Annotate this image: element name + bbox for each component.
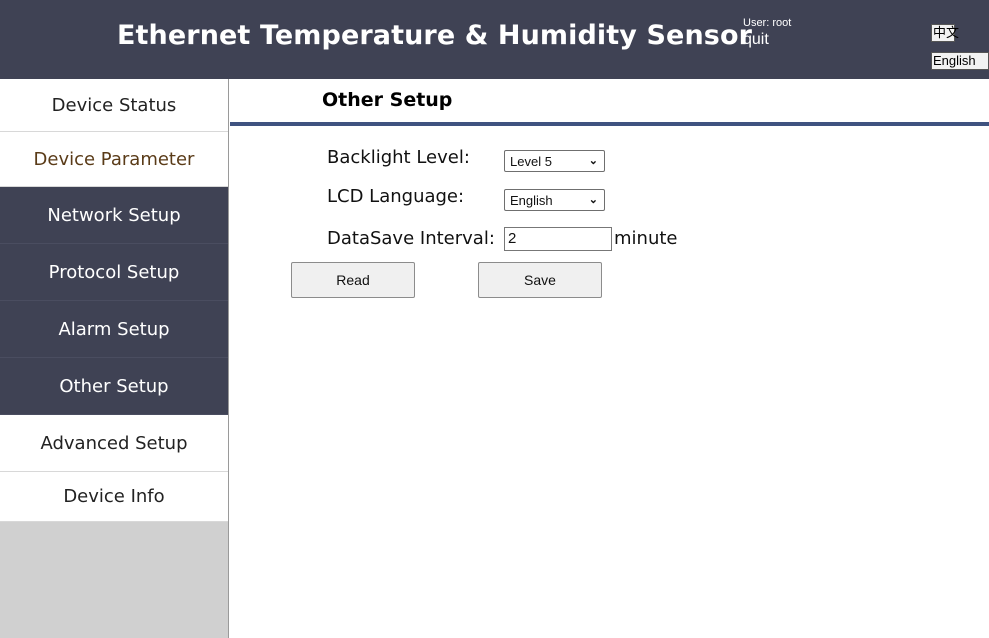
chinese-language-button[interactable]: 中文 bbox=[931, 24, 959, 42]
chevron-down-icon: ⌄ bbox=[588, 194, 598, 206]
backlight-level-value: Level 5 bbox=[510, 153, 552, 169]
sidebar-item-device-info[interactable]: Device Info bbox=[0, 472, 228, 522]
backlight-level-select[interactable]: Level 5 ⌄ bbox=[504, 150, 605, 172]
save-button[interactable]: Save bbox=[478, 262, 602, 298]
chevron-down-icon: ⌄ bbox=[588, 155, 598, 167]
datasave-unit-label: minute bbox=[614, 228, 678, 249]
lcd-language-select[interactable]: English ⌄ bbox=[504, 189, 605, 211]
sidebar-item-label: Network Setup bbox=[47, 204, 181, 226]
section-title: Other Setup bbox=[322, 89, 453, 111]
datasave-interval-input[interactable]: 2 bbox=[504, 227, 612, 251]
sidebar: Device Status Device Parameter Network S… bbox=[0, 79, 229, 638]
sidebar-item-device-parameter[interactable]: Device Parameter bbox=[0, 132, 228, 187]
app-title: Ethernet Temperature & Humidity Sensor bbox=[117, 20, 753, 51]
sidebar-item-other-setup[interactable]: Other Setup bbox=[0, 358, 228, 415]
read-button[interactable]: Read bbox=[291, 262, 415, 298]
datasave-interval-label: DataSave Interval: bbox=[327, 228, 495, 249]
lcd-language-label: LCD Language: bbox=[327, 186, 465, 207]
sidebar-item-network-setup[interactable]: Network Setup bbox=[0, 187, 228, 244]
sidebar-item-label: Protocol Setup bbox=[48, 261, 180, 283]
sidebar-item-label: Other Setup bbox=[59, 375, 169, 397]
sidebar-item-label: Advanced Setup bbox=[40, 432, 188, 454]
backlight-level-label: Backlight Level: bbox=[327, 147, 470, 168]
sidebar-item-advanced-setup[interactable]: Advanced Setup bbox=[0, 415, 228, 472]
sidebar-item-protocol-setup[interactable]: Protocol Setup bbox=[0, 244, 228, 301]
english-language-button[interactable]: English bbox=[931, 52, 989, 70]
sidebar-item-label: Alarm Setup bbox=[58, 318, 170, 340]
sidebar-item-label: Device Parameter bbox=[33, 148, 195, 170]
user-label: User: root bbox=[743, 17, 792, 29]
sidebar-item-device-status[interactable]: Device Status bbox=[0, 79, 228, 132]
quit-link[interactable]: quit bbox=[743, 31, 769, 49]
sidebar-item-label: Device Status bbox=[51, 94, 177, 116]
section-divider bbox=[230, 122, 989, 126]
header-bar: Ethernet Temperature & Humidity Sensor U… bbox=[0, 0, 989, 79]
sidebar-item-alarm-setup[interactable]: Alarm Setup bbox=[0, 301, 228, 358]
sidebar-item-label: Device Info bbox=[63, 486, 165, 507]
lcd-language-value: English bbox=[510, 192, 553, 208]
